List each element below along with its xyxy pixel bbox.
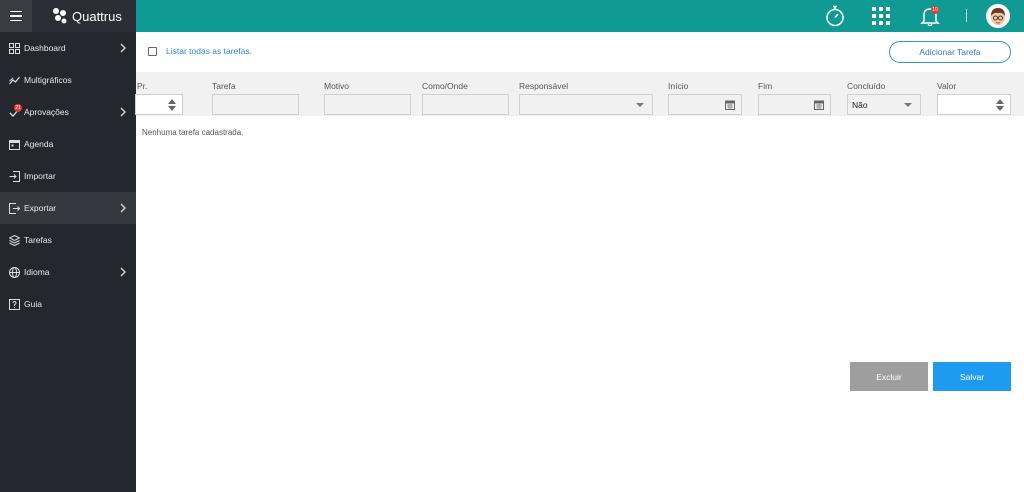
sidebar: Quattrus Dashboard Multigráficos 21 Apro… (0, 0, 136, 492)
column-header-value: Valor (937, 81, 957, 91)
sidebar-item-agenda[interactable]: Agenda (0, 128, 136, 160)
top-bar: 10 (136, 0, 1024, 32)
bell-icon[interactable]: 10 (918, 4, 942, 28)
value-stepper[interactable] (937, 94, 1011, 115)
reason-filter-input[interactable] (324, 94, 411, 115)
end-date-input[interactable] (758, 94, 831, 115)
chevron-right-icon (120, 203, 126, 213)
app-root: Quattrus Dashboard Multigráficos 21 Apro… (0, 0, 1024, 492)
column-header-priority: Pr. (137, 81, 148, 91)
notifications-badge: 10 (931, 6, 939, 14)
empty-state-message: Nenhuma tarefa cadastrada. (142, 128, 244, 137)
task-filter-input[interactable] (212, 94, 299, 115)
delete-button[interactable]: Excluir (850, 362, 928, 391)
sidebar-item-multigraficos[interactable]: Multigráficos (0, 64, 136, 96)
how-where-filter-input[interactable] (422, 94, 509, 115)
help-icon (9, 298, 20, 310)
topbar-divider (966, 9, 967, 22)
dashboard-icon (9, 42, 20, 54)
calendar-icon (9, 139, 20, 150)
column-header-end: Fim (758, 81, 773, 91)
column-header-reason: Motivo (324, 81, 350, 91)
globe-icon (9, 266, 20, 278)
menu-toggle-button[interactable] (0, 0, 32, 32)
save-button[interactable]: Salvar (933, 362, 1011, 391)
main-content: Listar todas as tarefas. Adicionar Taref… (135, 32, 1024, 492)
chevron-right-icon (120, 43, 126, 53)
add-task-button[interactable]: Adicionar Tarefa (889, 41, 1011, 63)
sidebar-item-label: Importar (24, 171, 56, 181)
sidebar-item-idioma[interactable]: Idioma (0, 256, 136, 288)
sidebar-item-label: Multigráficos (24, 75, 72, 85)
layers-icon (9, 234, 20, 246)
sidebar-item-label: Agenda (24, 139, 54, 149)
list-all-tasks-toggle[interactable]: Listar todas as tarefas. (148, 46, 252, 56)
chevron-down-icon (636, 103, 644, 107)
sidebar-item-label: Dashboard (24, 43, 66, 53)
approvals-badge: 21 (14, 104, 22, 112)
sidebar-item-guia[interactable]: Guia (0, 288, 136, 320)
brand-name: Quattrus (72, 8, 122, 24)
sidebar-item-label: Tarefas (24, 235, 52, 245)
chevron-right-icon (120, 267, 126, 277)
column-header-completed: Concluído (847, 81, 886, 91)
priority-stepper[interactable] (135, 94, 183, 115)
sidebar-item-importar[interactable]: Importar (0, 160, 136, 192)
chart-line-icon (9, 75, 20, 86)
sidebar-item-label: Aprovações (24, 107, 69, 117)
start-date-input[interactable] (668, 94, 742, 115)
completed-select-value: Não (852, 100, 868, 110)
sidebar-item-label: Idioma (24, 267, 50, 277)
hamburger-line (10, 19, 22, 22)
stepper-arrows-icon (996, 99, 1004, 111)
calendar-icon (814, 100, 824, 110)
sidebar-nav: Dashboard Multigráficos 21 Aprovações Ag… (0, 32, 136, 320)
sidebar-item-aprovacoes[interactable]: 21 Aprovações (0, 96, 136, 128)
list-all-label: Listar todas as tarefas. (166, 46, 252, 56)
avatar[interactable] (986, 4, 1010, 28)
stepper-arrows-icon (168, 99, 176, 111)
sidebar-header: Quattrus (0, 0, 136, 32)
import-icon (9, 170, 20, 182)
stopwatch-icon[interactable] (824, 4, 846, 28)
sidebar-item-exportar[interactable]: Exportar (0, 192, 136, 224)
completed-select[interactable]: Não (847, 94, 921, 115)
column-header-task: Tarefa (212, 81, 236, 91)
responsible-select[interactable] (519, 94, 653, 115)
quattrus-logo-icon (53, 8, 67, 24)
export-icon (9, 202, 20, 214)
chevron-right-icon (120, 107, 126, 117)
column-header-how-where: Como/Onde (422, 81, 468, 91)
hamburger-line (10, 10, 22, 13)
column-header-start: Início (668, 81, 689, 91)
sidebar-item-label: Exportar (24, 203, 57, 213)
calendar-icon (725, 100, 735, 110)
hamburger-line (10, 15, 22, 17)
chevron-down-icon (904, 103, 912, 107)
list-all-checkbox[interactable] (148, 46, 157, 56)
sidebar-item-label: Guia (24, 299, 42, 309)
column-header-responsible: Responsável (519, 81, 569, 91)
sidebar-item-tarefas[interactable]: Tarefas (0, 224, 136, 256)
brand[interactable]: Quattrus (52, 7, 122, 25)
apps-grid-icon[interactable] (870, 4, 892, 28)
sidebar-item-dashboard[interactable]: Dashboard (0, 32, 136, 64)
task-table-header: Pr. Tarefa Motivo Como/Onde Responsável … (135, 72, 1024, 116)
